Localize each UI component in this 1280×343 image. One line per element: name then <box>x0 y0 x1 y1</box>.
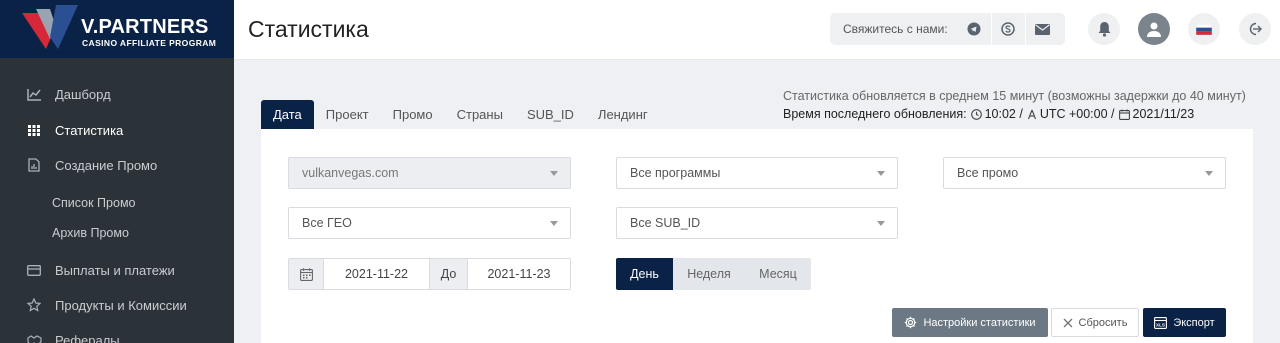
date-to-input[interactable]: 2021-11-23 <box>468 259 570 289</box>
sidebar-item-payouts[interactable]: Выплаты и платежи <box>0 258 234 282</box>
programs-select-value: Все программы <box>630 166 721 180</box>
last-update-time: 10:02 / <box>984 107 1023 121</box>
tab-landing[interactable]: Лендинг <box>586 100 660 129</box>
mail-icon[interactable] <box>1024 13 1059 45</box>
sidebar-item-statistics[interactable]: Статистика <box>0 118 234 142</box>
sidebar-item-label: Продукты и Комиссии <box>55 297 187 313</box>
tab-countries[interactable]: Страны <box>445 100 515 129</box>
bell-icon <box>1098 22 1110 37</box>
tab-promo[interactable]: Промо <box>381 100 445 129</box>
promo-select[interactable]: Все промо <box>943 157 1226 189</box>
date-from-input[interactable]: 2021-11-22 <box>324 259 429 289</box>
sub-id-select[interactable]: Все SUB_ID <box>616 207 898 239</box>
period-week-button[interactable]: Неделя <box>673 258 745 290</box>
chevron-down-icon <box>1205 171 1213 176</box>
period-toggle: День Неделя Месяц <box>616 258 811 290</box>
tab-project[interactable]: Проект <box>314 100 381 129</box>
timezone-icon <box>1027 109 1036 119</box>
user-icon <box>1147 22 1161 37</box>
contact-bar: Свяжитесь с нами: <box>830 13 1065 45</box>
credit-card-icon <box>26 262 42 278</box>
star-icon <box>26 297 42 313</box>
export-button[interactable]: XLS Экспорт <box>1143 308 1226 337</box>
skype-icon[interactable] <box>990 13 1025 45</box>
stats-settings-button[interactable]: Настройки статистики <box>892 308 1048 337</box>
sidebar-item-label: Дашборд <box>55 86 111 102</box>
last-update-label: Время последнего обновления: <box>783 107 967 121</box>
grid-icon <box>26 122 42 138</box>
brand-tagline: CASINO AFFILIATE PROGRAM <box>82 38 217 48</box>
telegram-icon[interactable] <box>957 13 991 45</box>
sidebar-item-label: Выплаты и платежи <box>55 262 175 278</box>
gear-icon <box>905 316 917 329</box>
sidebar-item-referrals[interactable]: Рефералы <box>0 328 234 343</box>
clock-icon <box>970 108 982 120</box>
tab-date[interactable]: Дата <box>261 100 314 129</box>
document-chart-icon <box>26 157 42 173</box>
site-select-value: vulkanvegas.com <box>302 166 399 180</box>
handshake-icon <box>26 332 42 343</box>
contact-label: Свяжитесь с нами: <box>843 22 948 36</box>
export-file-icon: XLS <box>1154 316 1168 329</box>
update-note: Статистика обновляется в среднем 15 мину… <box>783 89 1246 103</box>
v-logo-icon <box>22 5 78 49</box>
close-icon <box>1063 318 1073 327</box>
chevron-down-icon <box>550 171 558 176</box>
top-header: Статистика Свяжитесь с нами: <box>234 0 1280 60</box>
sidebar-item-create-promo[interactable]: Создание Промо <box>0 153 234 177</box>
sidebar-item-dashboard[interactable]: Дашборд <box>0 82 234 106</box>
page-title: Статистика <box>248 16 369 42</box>
date-range-picker: 2021-11-22 До 2021-11-23 <box>288 258 571 290</box>
chevron-down-icon <box>877 171 885 176</box>
sidebar-item-label: Статистика <box>55 122 124 138</box>
language-switcher[interactable] <box>1188 13 1220 45</box>
sidebar-subitem-promo-list[interactable]: Список Промо <box>52 196 136 210</box>
last-update-info: Время последнего обновления: 10:02 / UTC… <box>783 107 1194 121</box>
sidebar: V.PARTNERS CASINO AFFILIATE PROGRAM Дашб… <box>0 0 234 343</box>
promo-select-value: Все промо <box>957 166 1019 180</box>
notifications-button[interactable] <box>1088 13 1120 45</box>
sidebar-subitem-promo-archive[interactable]: Архив Промо <box>52 226 129 240</box>
geo-select[interactable]: Все ГЕО <box>288 207 571 239</box>
sidebar-item-label: Рефералы <box>55 332 120 343</box>
calendar-icon <box>1118 109 1130 120</box>
brand-name: V.PARTNERS <box>81 16 209 38</box>
calendar-icon[interactable] <box>289 259 324 289</box>
period-day-button[interactable]: День <box>616 258 673 290</box>
logout-icon <box>1249 22 1262 36</box>
chart-line-icon <box>26 86 42 102</box>
export-label: Экспорт <box>1173 316 1215 329</box>
svg-text:XLS: XLS <box>1156 322 1165 327</box>
reset-button[interactable]: Сбросить <box>1051 308 1139 337</box>
sidebar-item-products[interactable]: Продукты и Комиссии <box>0 293 234 317</box>
chevron-down-icon <box>550 221 558 226</box>
stats-settings-label: Настройки статистики <box>923 316 1036 329</box>
chevron-down-icon <box>877 221 885 226</box>
programs-select[interactable]: Все программы <box>616 157 898 189</box>
sub-id-select-value: Все SUB_ID <box>630 216 701 230</box>
user-avatar-button[interactable] <box>1138 13 1170 45</box>
date-to-label: До <box>429 259 468 289</box>
site-select[interactable]: vulkanvegas.com <box>288 157 571 189</box>
period-month-button[interactable]: Месяц <box>745 258 811 290</box>
reset-label: Сбросить <box>1078 316 1128 329</box>
russia-flag-icon <box>1196 23 1212 35</box>
logout-button[interactable] <box>1239 13 1271 45</box>
tab-sub-id[interactable]: SUB_ID <box>515 100 586 129</box>
logo[interactable]: V.PARTNERS CASINO AFFILIATE PROGRAM <box>0 0 234 58</box>
last-update-date: 2021/11/23 <box>1132 107 1195 121</box>
last-update-timezone: UTC +00:00 / <box>1039 107 1115 121</box>
sidebar-item-label: Создание Промо <box>55 157 158 173</box>
stats-tabs: Дата Проект Промо Страны SUB_ID Лендинг <box>261 100 660 129</box>
geo-select-value: Все ГЕО <box>302 216 352 230</box>
